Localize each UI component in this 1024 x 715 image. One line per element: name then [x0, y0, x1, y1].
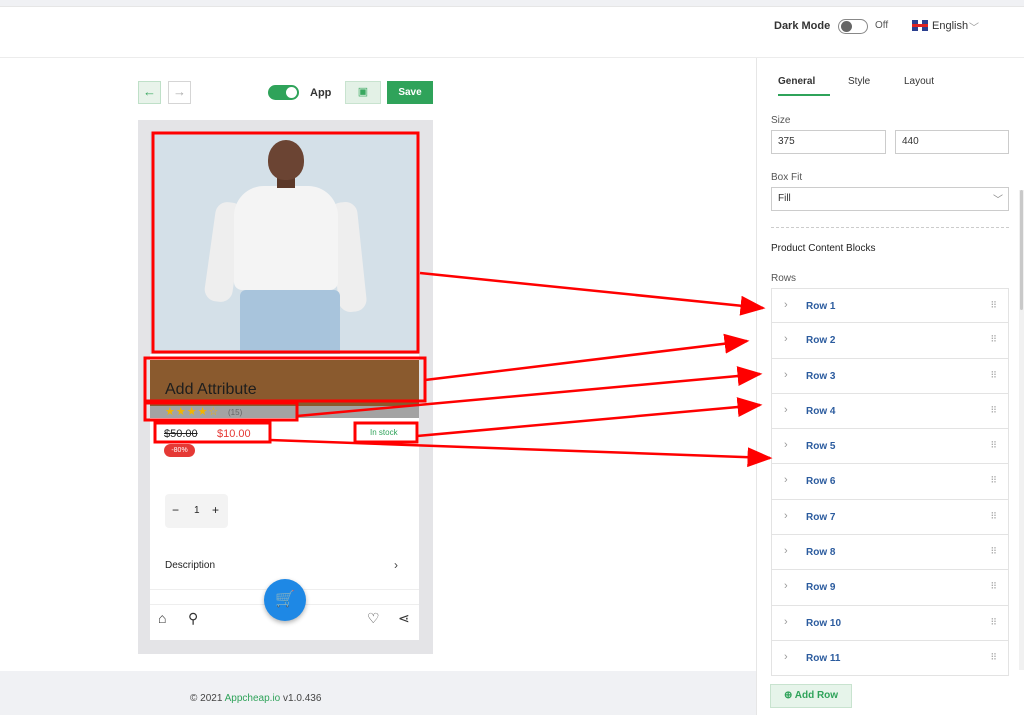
drag-handle-icon[interactable]: ⠿: [990, 475, 997, 486]
list-item[interactable]: › Row 4 ⠿: [771, 393, 1009, 430]
chevron-right-icon[interactable]: ›: [784, 510, 788, 522]
drag-handle-icon[interactable]: ⠿: [990, 334, 997, 345]
list-item[interactable]: › Row 6 ⠿: [771, 464, 1009, 500]
rating-count: (15): [228, 408, 243, 417]
add-row-button[interactable]: ⊕ Add Row: [770, 684, 852, 708]
drag-handle-icon[interactable]: ⠿: [990, 440, 997, 451]
description-label[interactable]: Description: [165, 560, 215, 571]
share-icon[interactable]: ⋖: [398, 610, 410, 627]
row-label: Row 9: [806, 582, 836, 594]
size-height-input[interactable]: 440: [895, 130, 1009, 154]
row-label: Row 4: [806, 405, 836, 417]
rows-list: › Row 1 ⠿ › Row 2 ⠿ › Row 3 ⠿ › Row 4 ⠿ › Row 5 ⠿ › Row …: [771, 288, 1009, 677]
row-label: Row 10: [806, 617, 842, 629]
row-label: Row 11: [806, 652, 841, 664]
app-toggle[interactable]: [268, 85, 299, 100]
drag-handle-icon[interactable]: ⠿: [990, 511, 997, 522]
quantity-value: 1: [194, 505, 200, 516]
product-image: [150, 132, 419, 354]
box-fit-label: Box Fit: [771, 172, 803, 183]
search-icon[interactable]: ⚲: [188, 610, 198, 627]
screenshot-button[interactable]: ▣: [345, 81, 381, 104]
rating-stars-icon: ★★★★☆: [165, 406, 220, 418]
plus-icon[interactable]: +: [212, 503, 219, 517]
app-toggle-label: App: [310, 87, 332, 99]
cart-icon[interactable]: 🛒: [264, 579, 306, 621]
home-icon[interactable]: ⌂: [158, 610, 166, 626]
tab-layout[interactable]: Layout: [904, 76, 934, 87]
chevron-down-icon[interactable]: ﹀: [969, 19, 979, 34]
discount-badge: -80%: [164, 444, 195, 457]
list-item[interactable]: › Row 1 ⠿: [771, 288, 1009, 324]
divider: [771, 227, 1009, 228]
drag-handle-icon[interactable]: ⠿: [990, 300, 997, 311]
chevron-right-icon[interactable]: ›: [784, 404, 788, 416]
language-selector[interactable]: English: [932, 20, 968, 32]
top-bar: [0, 6, 1024, 58]
drag-handle-icon[interactable]: ⠿: [990, 652, 997, 663]
list-item[interactable]: › Row 3 ⠿: [771, 358, 1009, 394]
drag-handle-icon[interactable]: ⠿: [990, 546, 997, 557]
minus-icon[interactable]: −: [172, 503, 179, 517]
redo-button[interactable]: →: [168, 81, 191, 104]
list-item[interactable]: › Row 11 ⠿: [771, 640, 1009, 677]
list-item[interactable]: › Row 2 ⠿: [771, 323, 1009, 359]
active-tab-indicator: [778, 94, 830, 96]
dark-mode-label: Dark Mode: [774, 20, 831, 32]
chevron-right-icon[interactable]: ›: [784, 369, 788, 381]
phone-screen: Add Attribute ★★★★☆ (15) $50.00 $10.00 I…: [150, 132, 419, 640]
sale-price: $10.00: [217, 428, 251, 440]
row-label: Row 1: [806, 301, 836, 312]
dark-mode-toggle[interactable]: [838, 19, 868, 34]
uk-flag-icon: [912, 20, 928, 31]
footer: © 2021 Appcheap.io v1.0.436: [190, 693, 321, 704]
row-label: Row 5: [806, 441, 836, 453]
save-button[interactable]: Save: [387, 81, 433, 104]
heart-icon[interactable]: ♡: [367, 610, 380, 627]
chevron-right-icon[interactable]: ›: [784, 651, 788, 663]
old-price: $50.00: [164, 428, 198, 440]
chevron-right-icon[interactable]: ›: [784, 333, 788, 345]
chevron-right-icon[interactable]: ›: [784, 580, 788, 592]
chevron-right-icon[interactable]: ›: [784, 299, 788, 311]
chevron-right-icon[interactable]: ›: [784, 439, 788, 451]
copyright: © 2021: [190, 693, 223, 704]
tab-general[interactable]: General: [778, 76, 815, 87]
tab-style[interactable]: Style: [848, 76, 870, 87]
stock-status: In stock: [370, 428, 398, 437]
list-item[interactable]: › Row 7 ⠿: [771, 499, 1009, 536]
undo-button[interactable]: ←: [138, 81, 161, 104]
chevron-down-icon[interactable]: ﹀: [993, 191, 1003, 206]
list-item[interactable]: › Row 10 ⠿: [771, 605, 1009, 641]
list-item[interactable]: › Row 9 ⠿: [771, 570, 1009, 606]
brand-link[interactable]: Appcheap.io: [225, 693, 281, 704]
dark-mode-state: Off: [875, 20, 889, 31]
chevron-right-icon[interactable]: ›: [784, 616, 788, 628]
row-label: Row 2: [806, 335, 836, 347]
chevron-right-icon[interactable]: ›: [784, 474, 788, 486]
version: v1.0.436: [283, 693, 322, 704]
rows-label: Rows: [771, 273, 797, 284]
drag-handle-icon[interactable]: ⠿: [990, 405, 997, 416]
drag-handle-icon[interactable]: ⠿: [990, 581, 997, 592]
box-fit-select[interactable]: Fill: [771, 187, 1009, 211]
section-title: Product Content Blocks: [771, 243, 876, 254]
chevron-right-icon[interactable]: ›: [784, 545, 788, 557]
drag-handle-icon[interactable]: ⠿: [990, 370, 997, 381]
row-label: Row 6: [806, 476, 836, 488]
add-attribute-text[interactable]: Add Attribute: [165, 381, 257, 399]
row-label: Row 7: [806, 511, 836, 523]
row-label: Row 3: [806, 370, 836, 382]
scrollbar-thumb[interactable]: [1020, 190, 1023, 310]
drag-handle-icon[interactable]: ⠿: [990, 617, 997, 628]
size-label: Size: [771, 115, 791, 126]
list-item[interactable]: › Row 5 ⠿: [771, 429, 1009, 465]
list-item[interactable]: › Row 8 ⠿: [771, 535, 1009, 571]
chevron-right-icon[interactable]: ›: [394, 558, 398, 572]
size-width-input[interactable]: 375: [771, 130, 886, 154]
row-label: Row 8: [806, 547, 836, 559]
